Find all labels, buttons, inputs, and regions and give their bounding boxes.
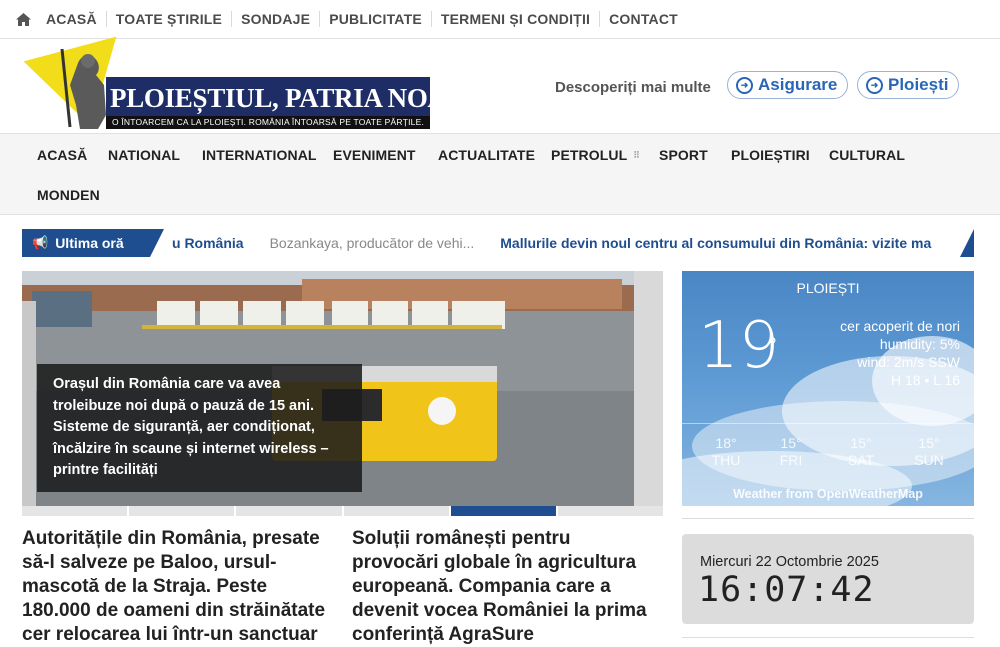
home-link[interactable] <box>0 12 46 26</box>
ticker-label: 📢 Ultima oră <box>22 229 150 257</box>
arrow-circle-icon: ➜ <box>736 76 753 94</box>
slider-dot-active[interactable] <box>450 506 556 516</box>
forecast-temp: 15° <box>918 435 940 451</box>
article-headline[interactable]: Soluții românești pentru provocări globa… <box>352 527 662 647</box>
top-link-acasa[interactable]: ACASĂ <box>46 11 106 27</box>
weather-wind: wind: 2m/s SSW <box>857 354 960 370</box>
forecast-day-name: SUN <box>914 452 944 468</box>
nav-item-national[interactable]: NATIONAL <box>108 147 180 163</box>
slider-dot[interactable] <box>22 506 128 516</box>
slider-dot[interactable] <box>236 506 342 516</box>
forecast-day: 15° FRI <box>761 435 821 469</box>
nav-item-acasa[interactable]: ACASĂ <box>37 147 87 163</box>
slider-dot[interactable] <box>129 506 235 516</box>
forecast-day-name: FRI <box>779 452 803 468</box>
logo-title: PLOIEȘTIUL, PATRIA NOASTRĂ <box>110 83 518 113</box>
weather-degree: ° <box>768 333 777 358</box>
megaphone-icon: 📢 <box>32 235 49 250</box>
weather-source[interactable]: Weather from OpenWeatherMap <box>682 487 974 501</box>
logo-slogan: O ÎNTOARCEM CA LA PLOIEȘTI. ROMÂNIA ÎNTO… <box>106 116 430 129</box>
nav-item-monden[interactable]: MONDEN <box>37 187 100 203</box>
pill-label: Ploiești <box>888 75 949 94</box>
logo-banner: PLOIEȘTIUL, PATRIA NOASTRĂ O ÎNTOARCEM C… <box>106 77 518 129</box>
forecast-day: 15° SUN <box>899 435 959 469</box>
top-link-publicitate[interactable]: PUBLICITATE <box>319 11 431 27</box>
top-bar: ACASĂ TOATE ȘTIRILE SONDAJE PUBLICITATE … <box>0 0 1000 39</box>
article-headline[interactable]: Autoritățile din România, presate să-l s… <box>22 527 337 647</box>
weather-high-low: H 18 • L 16 <box>891 372 960 388</box>
top-link-sondaje[interactable]: SONDAJE <box>231 11 319 27</box>
ticker-item[interactable]: Mallurile devin noul centru al consumulu… <box>500 229 932 257</box>
weather-city: PLOIEȘTI <box>796 280 860 296</box>
ticker-viewport: u România Bozankaya, producător de vehi..… <box>172 229 932 257</box>
slider-pagination <box>22 506 664 516</box>
nav-item-label: PETROLUL <box>551 147 628 163</box>
featured-caption[interactable]: Orașul din România care va avea troleibu… <box>37 364 362 492</box>
sidebar-divider <box>682 518 974 519</box>
forecast-day-name: SAT <box>847 452 875 468</box>
weather-description: cer acoperit de nori <box>840 318 960 334</box>
home-icon <box>15 12 31 26</box>
nav-item-international[interactable]: INTERNATIONAL <box>202 147 317 163</box>
clock-date: Miercuri 22 Octombrie 2025 <box>700 554 879 570</box>
clock-widget: Miercuri 22 Octombrie 2025 16:07:42 <box>682 534 974 624</box>
submenu-dots-icon: ⠿ <box>633 150 640 160</box>
ticker-item[interactable]: u România <box>172 229 244 257</box>
ticker-label-text: Ultima oră <box>55 235 124 251</box>
main-nav: ACASĂ NATIONAL INTERNATIONAL EVENIMENT A… <box>0 133 1000 215</box>
forecast-day-name: THU <box>711 452 741 468</box>
nav-item-sport[interactable]: SPORT <box>659 147 708 163</box>
ticker-label-tip <box>150 229 164 257</box>
arrow-circle-icon: ➜ <box>866 76 883 94</box>
weather-details: cer acoperit de nori humidity: 5% wind: … <box>830 317 960 389</box>
site-logo[interactable]: PLOIEȘTIUL, PATRIA NOASTRĂ O ÎNTOARCEM C… <box>22 36 518 139</box>
pill-asigurare[interactable]: ➜ Asigurare <box>727 71 849 99</box>
nav-item-ploiestiri[interactable]: PLOIEȘTIRI <box>731 147 810 163</box>
slider-dot[interactable] <box>557 506 664 516</box>
top-link-toate-stirile[interactable]: TOATE ȘTIRILE <box>105 11 231 27</box>
forecast-temp: 15° <box>780 435 802 451</box>
weather-widget: PLOIEȘTI 19 ° cer acoperit de nori humid… <box>682 271 974 506</box>
ticker-item[interactable]: Bozankaya, producător de vehi... <box>270 229 475 257</box>
forecast-day: 18° THU <box>696 435 756 469</box>
clock-time: 16:07:42 <box>698 570 875 610</box>
weather-humidity: humidity: 5% <box>879 336 960 352</box>
sidebar-divider <box>682 637 974 638</box>
top-link-contact[interactable]: CONTACT <box>599 11 687 27</box>
site-header: PLOIEȘTIUL, PATRIA NOASTRĂ O ÎNTOARCEM C… <box>0 36 1000 139</box>
pill-label: Asigurare <box>758 75 838 94</box>
discover-label: Descoperiți mai multe <box>555 79 711 96</box>
top-link-termeni[interactable]: TERMENI ȘI CONDIȚII <box>430 11 599 27</box>
nav-item-actualitate[interactable]: ACTUALITATE <box>438 147 535 163</box>
nav-item-cultural[interactable]: CULTURAL <box>829 147 905 163</box>
nav-item-eveniment[interactable]: EVENIMENT <box>333 147 416 163</box>
forecast-day: 15° SAT <box>831 435 891 469</box>
breaking-news-ticker: 📢 Ultima oră u România Bozankaya, producă… <box>22 229 974 257</box>
forecast-temp: 18° <box>715 435 737 451</box>
forecast-temp: 15° <box>850 435 872 451</box>
ticker-right-tip <box>960 229 974 257</box>
slider-dot[interactable] <box>343 506 449 516</box>
pill-ploiesti[interactable]: ➜ Ploiești <box>857 71 960 99</box>
nav-item-petrolul[interactable]: PETROLUL ⠿ <box>551 147 640 163</box>
